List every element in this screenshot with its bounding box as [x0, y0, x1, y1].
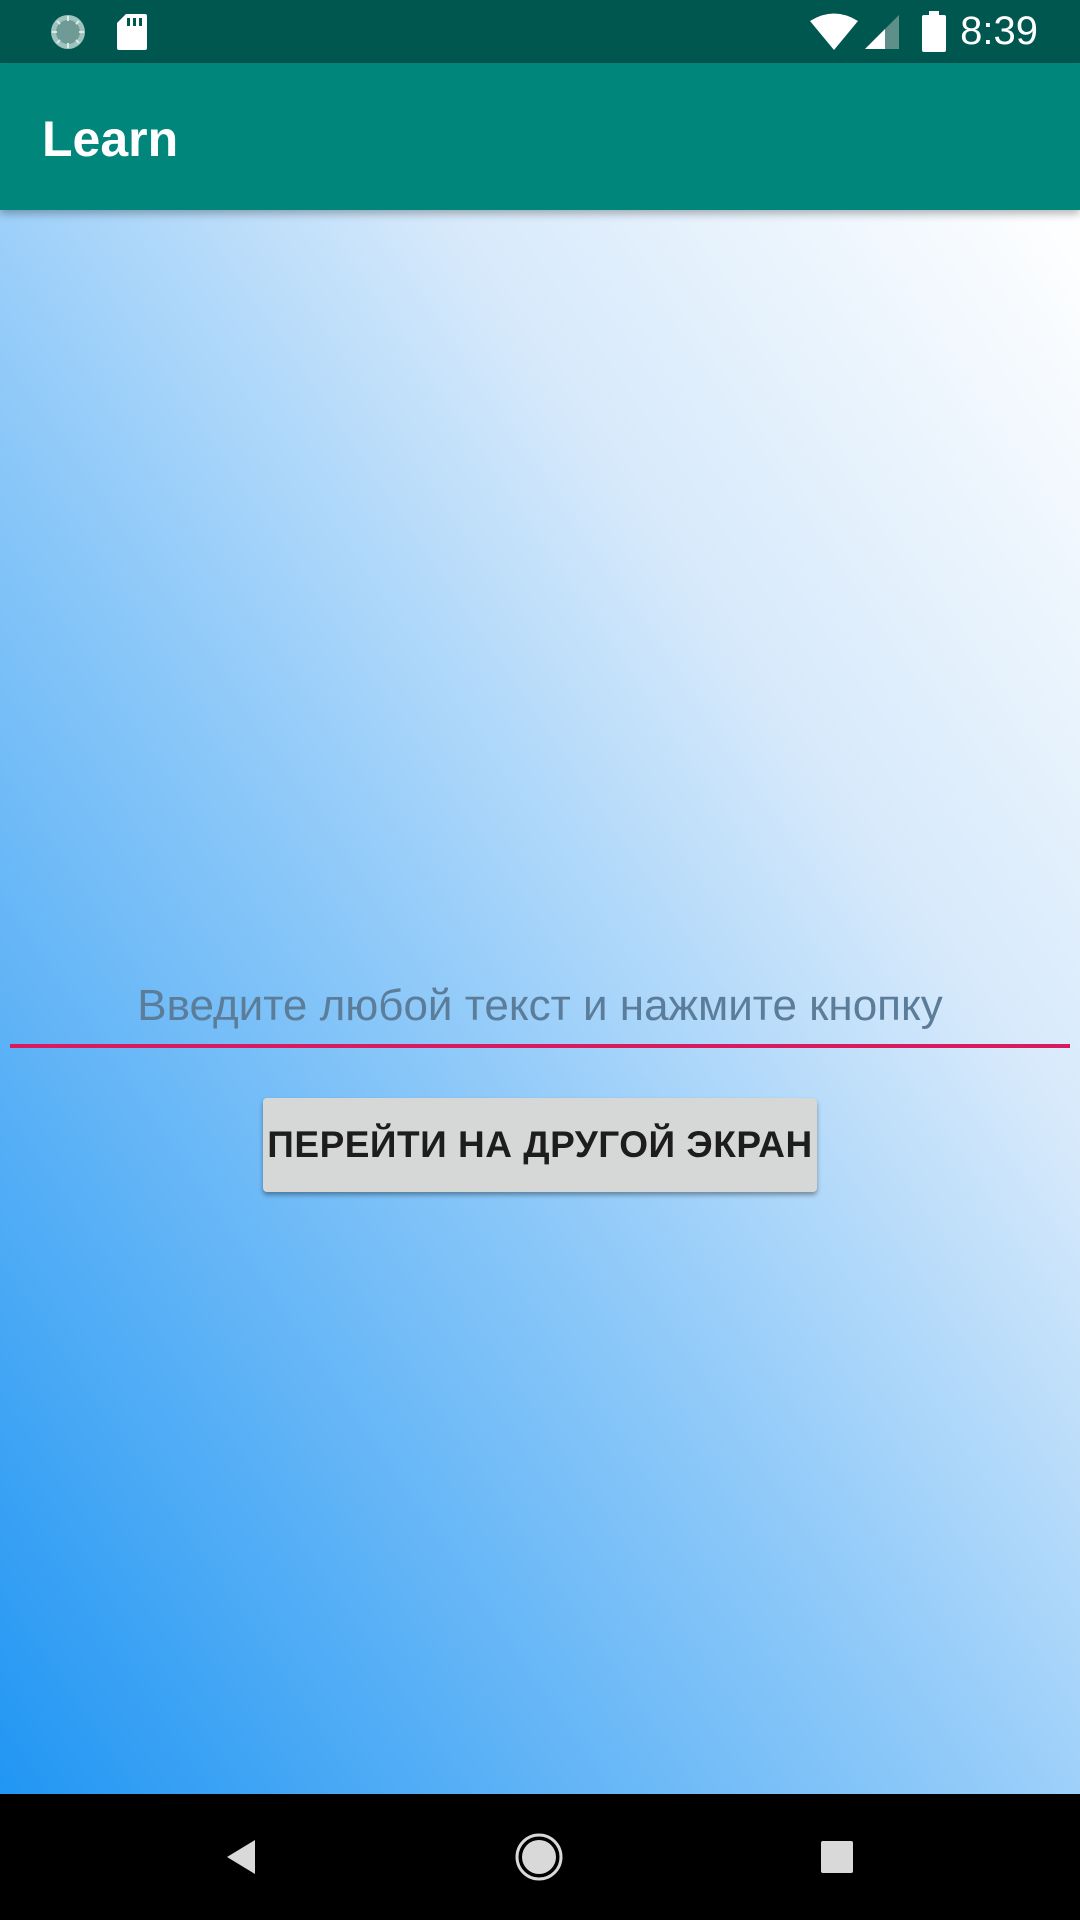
main-content: ПЕРЕЙТИ НА ДРУГОЙ ЭКРАН — [0, 210, 1080, 1794]
text-input-underline — [10, 1044, 1070, 1048]
navigation-bar — [0, 1794, 1080, 1920]
battery-icon — [918, 0, 950, 63]
go-to-other-screen-button[interactable]: ПЕРЕЙТИ НА ДРУГОЙ ЭКРАН — [263, 1098, 817, 1192]
status-time: 8:39 — [960, 9, 1038, 53]
wifi-icon — [808, 0, 860, 63]
screen: 8:39 Learn ПЕРЕЙТИ НА ДРУГОЙ ЭКРАН — [0, 0, 1080, 1920]
status-bar: 8:39 — [0, 0, 1080, 63]
back-icon[interactable] — [181, 1794, 301, 1920]
sd-card-icon — [114, 0, 150, 63]
app-bar: Learn — [0, 63, 1080, 210]
app-title: Learn — [42, 111, 179, 167]
text-field[interactable] — [10, 970, 1070, 1054]
text-input[interactable] — [10, 970, 1070, 1042]
home-icon[interactable] — [479, 1794, 599, 1920]
sync-icon — [46, 0, 90, 63]
cell-signal-icon — [862, 0, 902, 63]
recents-icon[interactable] — [777, 1794, 897, 1920]
